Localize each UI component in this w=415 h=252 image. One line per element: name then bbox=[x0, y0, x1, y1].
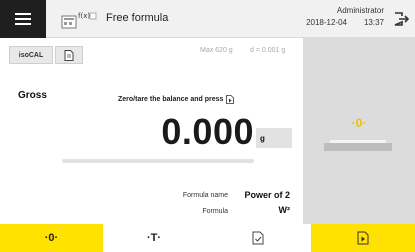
run-task-button[interactable] bbox=[311, 224, 415, 252]
instruction-text: Zero/tare the balance and press bbox=[118, 95, 235, 104]
balance-status-panel: ·0· bbox=[303, 38, 415, 224]
user-name: Administrator bbox=[336, 6, 384, 15]
hamburger-menu-icon bbox=[15, 13, 31, 25]
current-time: 13:37 bbox=[363, 18, 384, 27]
readability: d = 0.001 g bbox=[250, 47, 286, 54]
menu-button[interactable] bbox=[0, 0, 46, 38]
zero-button[interactable]: ·0· bbox=[0, 224, 103, 252]
tare-button-label: ·T· bbox=[146, 232, 162, 244]
zero-button-label: ·0· bbox=[44, 232, 59, 244]
weighing-mode-label: Gross bbox=[18, 90, 47, 101]
formula-task-icon: f(x) bbox=[60, 8, 98, 30]
weight-progress-bar bbox=[62, 159, 254, 163]
isocal-button[interactable]: isoCAL bbox=[9, 46, 53, 64]
checklist-document-icon bbox=[252, 231, 264, 245]
logout-button[interactable] bbox=[387, 0, 415, 38]
tare-button[interactable]: ·T· bbox=[103, 224, 205, 252]
unit-selector[interactable]: g bbox=[256, 128, 292, 148]
instruction-label: Zero/tare the balance and press bbox=[118, 96, 224, 103]
top-bar: f(x) Free formula Administrator 2018-12-… bbox=[0, 0, 415, 38]
formula-name-label: Formula name bbox=[182, 192, 228, 199]
max-capacity: Max 620 g bbox=[200, 47, 233, 54]
document-button[interactable] bbox=[55, 46, 83, 64]
weight-value: 0.000 bbox=[161, 111, 254, 152]
bottom-action-bar: ·0· ·T· bbox=[0, 224, 415, 252]
print-doc-icon bbox=[226, 95, 235, 104]
current-date: 2018-12-04 bbox=[306, 18, 347, 27]
formula-name-value: Power of 2 bbox=[244, 190, 290, 200]
logout-icon bbox=[394, 12, 409, 26]
play-document-icon bbox=[357, 231, 369, 245]
document-icon bbox=[64, 49, 74, 61]
app-icon-text: f(x) bbox=[78, 12, 90, 20]
formula-value: W² bbox=[278, 205, 291, 215]
formula-label: Formula bbox=[202, 208, 228, 215]
zero-indicator: ·0· bbox=[351, 116, 367, 130]
checklist-button[interactable] bbox=[205, 224, 311, 252]
app-title: Free formula bbox=[106, 12, 169, 24]
